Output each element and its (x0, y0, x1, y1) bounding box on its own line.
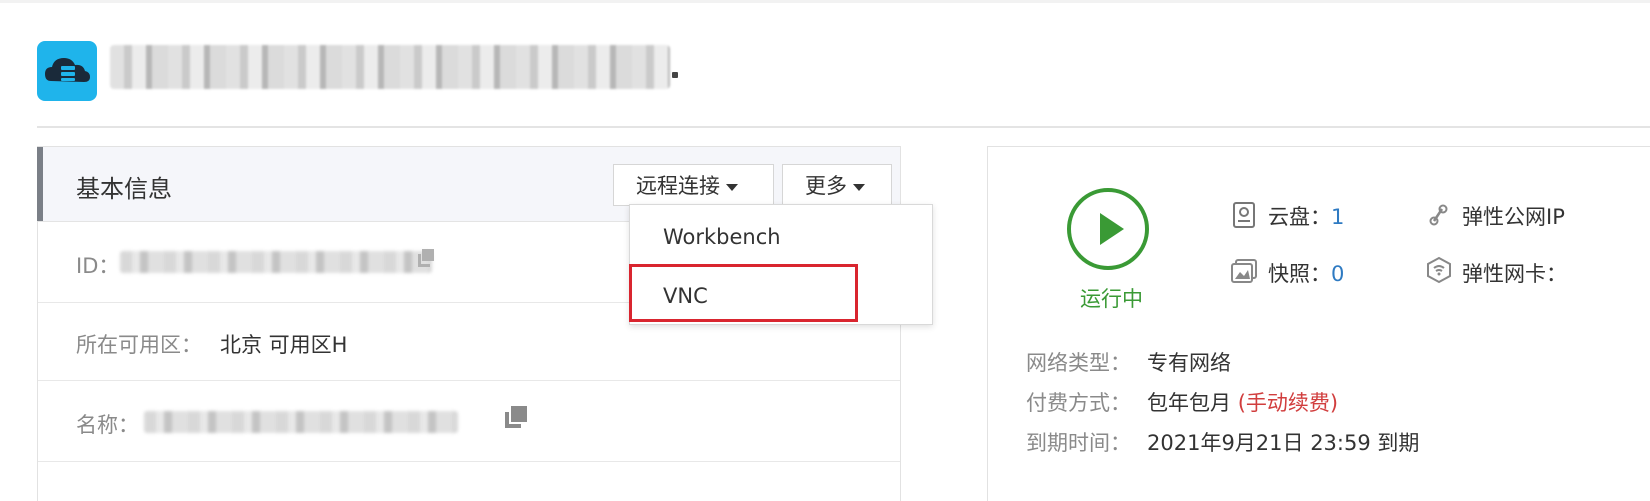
menu-item-workbench[interactable]: Workbench (663, 225, 781, 249)
eni-icon (1427, 256, 1451, 284)
remote-connect-label: 远程连接 (636, 174, 720, 198)
network-type-label: 网络类型： (1026, 351, 1131, 375)
zone-label: 所在可用区： (76, 333, 202, 357)
header-accent-bar (37, 147, 43, 221)
copy-icon[interactable] (503, 404, 529, 430)
eni-label: 弹性网卡： (1462, 262, 1567, 286)
header-divider (37, 126, 1650, 128)
more-button[interactable]: 更多 (782, 164, 892, 206)
eni-stat: 弹性网卡： (1462, 258, 1567, 288)
expiry-label: 到期时间： (1026, 431, 1131, 455)
basic-info-title: 基本信息 (76, 175, 172, 203)
eip-stat: 弹性公网IP (1462, 201, 1565, 231)
caret-down-icon (853, 183, 865, 191)
id-label: ID： (76, 254, 120, 278)
renewal-note: (手动续费) (1237, 391, 1339, 415)
name-value-redacted (144, 411, 458, 433)
zone-value: 北京 可用区H (220, 333, 348, 357)
copy-icon[interactable] (416, 247, 436, 269)
instance-title-redacted (110, 45, 670, 89)
top-border (0, 0, 1650, 3)
snapshot-icon (1231, 259, 1257, 283)
snapshot-count-link[interactable]: 0 (1331, 262, 1344, 286)
disk-icon (1233, 202, 1255, 228)
billing-value-group: 包年包月 (手动续费) (1147, 387, 1338, 417)
expiry-value: 2021年9月21日 23:59 到期 (1147, 431, 1420, 455)
name-label: 名称： (76, 413, 139, 437)
name-row: 名称： (38, 381, 900, 462)
network-type-value: 专有网络 (1147, 351, 1231, 375)
caret-down-icon (726, 183, 738, 191)
status-label: 运行中 (1080, 287, 1143, 311)
title-trailing-dot (672, 72, 678, 78)
cloud-server-icon (37, 41, 97, 101)
snapshot-label: 快照： (1268, 262, 1331, 286)
billing-label: 付费方式： (1026, 391, 1131, 415)
disk-stat: 云盘：1 (1268, 201, 1344, 231)
disk-count-link[interactable]: 1 (1331, 205, 1344, 229)
id-value-redacted (120, 251, 432, 273)
running-status-icon (1067, 188, 1149, 270)
eip-icon (1429, 204, 1448, 226)
remote-connect-button[interactable]: 远程连接 (613, 164, 774, 206)
more-label: 更多 (805, 174, 847, 198)
snapshot-stat: 快照：0 (1268, 258, 1344, 288)
billing-value: 包年包月 (1147, 391, 1231, 415)
vnc-highlight-box (629, 264, 858, 322)
eip-label: 弹性公网IP (1462, 205, 1565, 229)
disk-label: 云盘： (1268, 205, 1331, 229)
